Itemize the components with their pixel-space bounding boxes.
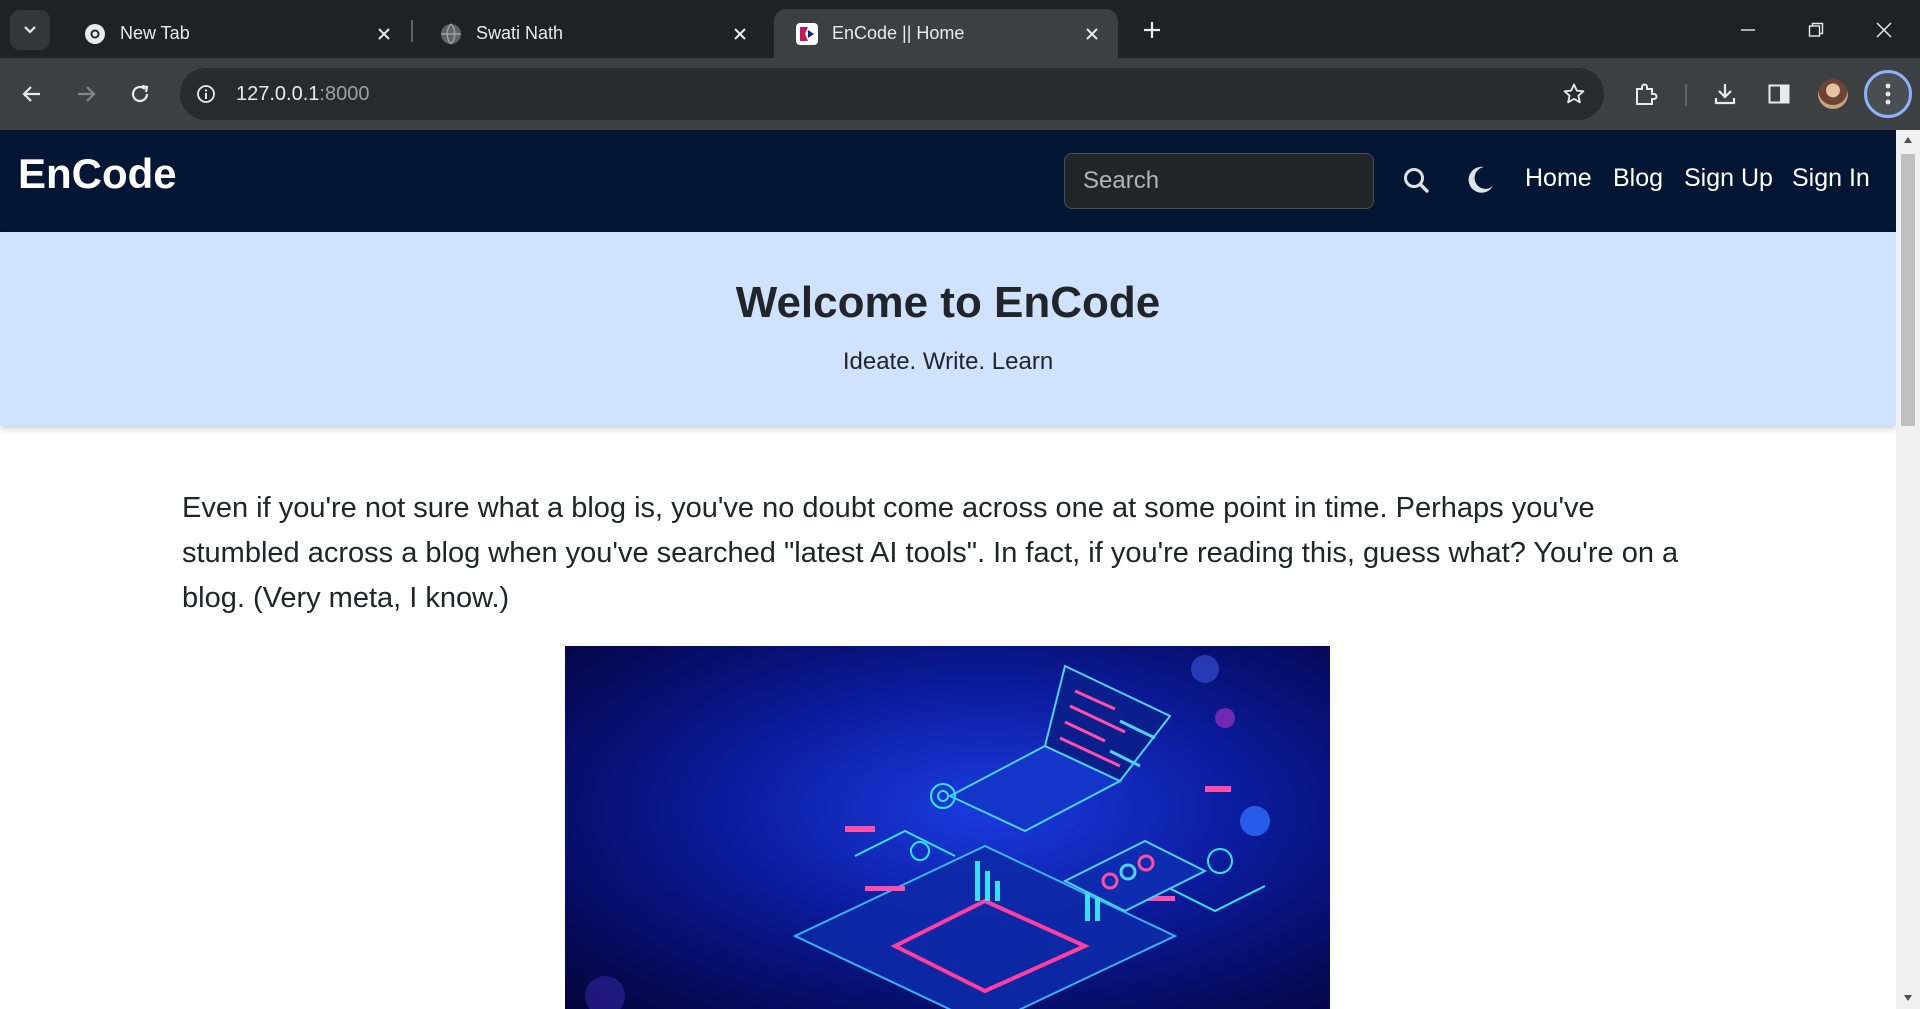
address-bar[interactable]: 127.0.0.1:8000 xyxy=(180,68,1604,120)
restore-button[interactable] xyxy=(1786,8,1846,52)
scroll-up-arrow-icon[interactable] xyxy=(1902,134,1914,146)
hero-title: Welcome to EnCode xyxy=(735,278,1161,327)
more-vertical-icon xyxy=(1885,83,1891,105)
scroll-down-arrow-icon[interactable] xyxy=(1902,992,1914,1004)
bookmark-star-icon[interactable] xyxy=(1558,78,1590,110)
tab-search-button[interactable] xyxy=(10,10,50,50)
hero-subtitle: Ideate. Write. Learn xyxy=(842,348,1054,375)
tab-title: New Tab xyxy=(120,23,190,43)
site-brand[interactable]: EnCode xyxy=(18,150,177,198)
search-input[interactable] xyxy=(1064,153,1374,209)
back-button[interactable] xyxy=(12,74,52,114)
search-button[interactable] xyxy=(1396,160,1436,200)
tab-new-tab[interactable]: New Tab xyxy=(62,9,410,58)
tab-separator xyxy=(411,20,413,42)
chrome-icon xyxy=(84,23,106,45)
globe-icon xyxy=(440,22,462,45)
minimize-button[interactable] xyxy=(1718,8,1778,52)
tab-swati-nath[interactable]: Swati Nath xyxy=(418,9,766,58)
toolbar-divider xyxy=(1685,84,1687,106)
arrow-left-icon xyxy=(22,86,40,102)
restore-icon xyxy=(1808,22,1824,37)
url-port: :8000 xyxy=(319,82,370,105)
nav-signup-link[interactable]: Sign Up xyxy=(1684,164,1773,193)
url-text: 127.0.0.1:8000 xyxy=(236,83,369,106)
page-scrollbar[interactable] xyxy=(1896,130,1920,1009)
scrollbar-thumb[interactable] xyxy=(1901,154,1915,426)
close-icon xyxy=(1876,22,1892,38)
moon-icon xyxy=(1468,166,1493,193)
new-tab-button[interactable] xyxy=(1136,14,1168,46)
browser-tab-strip: New Tab Swati Nath EnCode || Home xyxy=(0,0,1920,58)
tab-title: Swati Nath xyxy=(476,23,564,43)
close-icon[interactable] xyxy=(726,20,754,48)
side-panel-button[interactable] xyxy=(1759,74,1799,114)
reload-icon xyxy=(131,84,149,103)
profile-avatar[interactable] xyxy=(1818,79,1848,109)
url-host: 127.0.0.1 xyxy=(236,82,320,105)
puzzle-icon xyxy=(1636,83,1658,105)
close-icon[interactable] xyxy=(370,20,398,48)
close-icon[interactable] xyxy=(1078,20,1106,48)
tab-encode-home[interactable]: EnCode || Home xyxy=(774,9,1118,58)
tab-title: EnCode || Home xyxy=(832,23,965,43)
download-icon xyxy=(1714,84,1736,105)
extensions-button[interactable] xyxy=(1626,74,1666,114)
hero-banner: Welcome to EnCode Ideate. Write. Learn xyxy=(0,232,1896,426)
chevron-down-icon xyxy=(24,26,36,34)
encode-favicon-icon xyxy=(796,22,818,45)
nav-home-link[interactable]: Home xyxy=(1525,164,1592,193)
forward-button[interactable] xyxy=(66,74,106,114)
side-panel-icon xyxy=(1768,84,1790,104)
site-info-icon[interactable] xyxy=(190,78,222,110)
reload-button[interactable] xyxy=(120,74,160,114)
blog-hero-image xyxy=(565,646,1330,1009)
downloads-button[interactable] xyxy=(1705,74,1745,114)
browser-toolbar: 127.0.0.1:8000 xyxy=(0,58,1920,130)
theme-toggle-button[interactable] xyxy=(1460,160,1500,200)
page-viewport: EnCode Home Blog Sign Up Sign In Welcome… xyxy=(0,130,1896,1009)
browser-menu-button[interactable] xyxy=(1864,70,1912,118)
arrow-right-icon xyxy=(78,86,96,102)
search-icon xyxy=(1404,168,1429,193)
close-window-button[interactable] xyxy=(1854,8,1914,52)
intro-paragraph: Even if you're not sure what a blog is, … xyxy=(182,492,1679,614)
nav-blog-link[interactable]: Blog xyxy=(1613,164,1663,193)
minimize-icon xyxy=(1741,29,1755,31)
plus-icon xyxy=(1144,22,1160,38)
site-navbar: EnCode Home Blog Sign Up Sign In xyxy=(0,130,1896,232)
nav-signin-link[interactable]: Sign In xyxy=(1792,164,1870,193)
